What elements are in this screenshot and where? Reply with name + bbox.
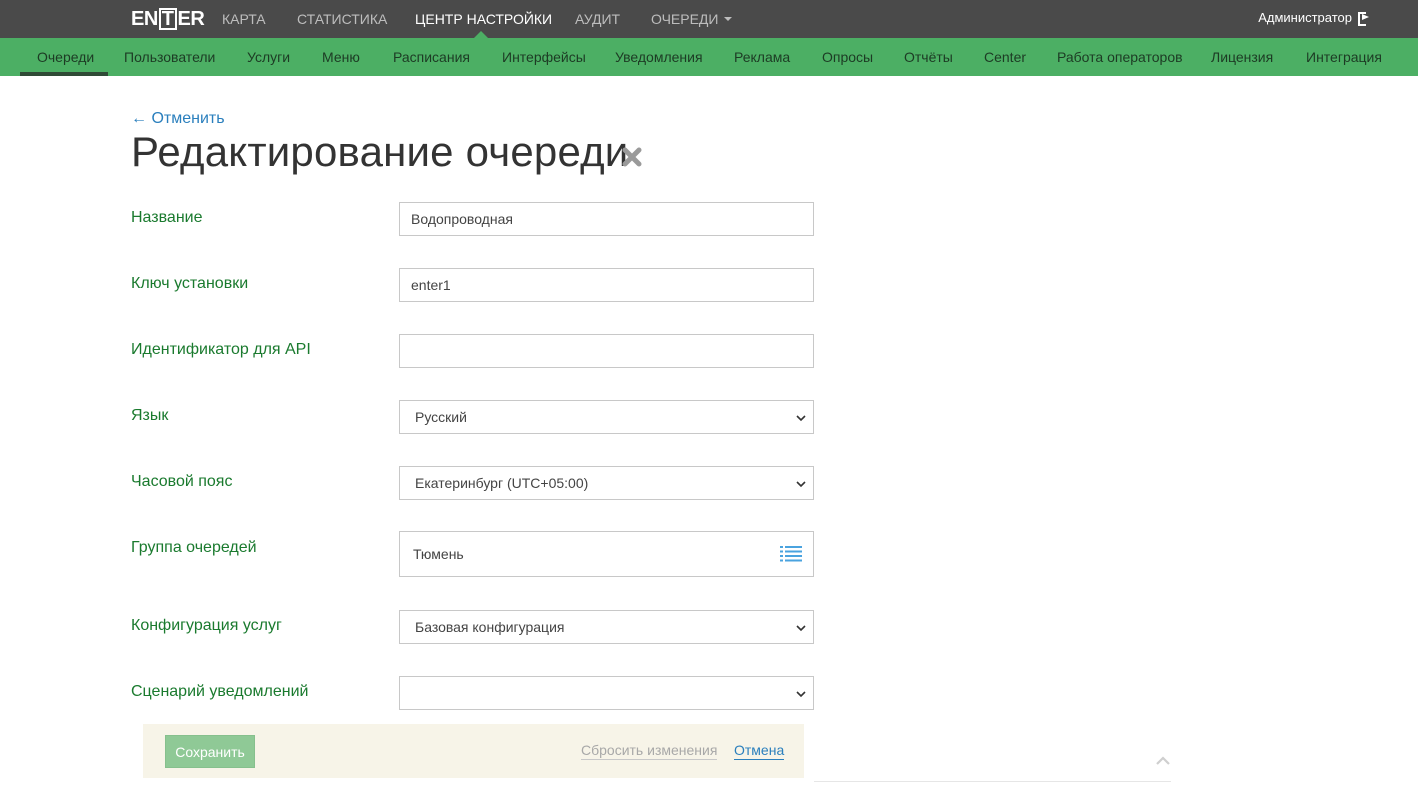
chevron-down-icon xyxy=(796,481,806,488)
service-config-label: Конфигурация услуг xyxy=(131,617,282,634)
logo-text-1: EN xyxy=(131,7,158,30)
subnav-item-users[interactable]: Пользователи xyxy=(124,38,215,76)
subnav-item-integration[interactable]: Интеграция xyxy=(1306,38,1382,76)
caret-down-icon xyxy=(724,17,733,21)
topnav-item-statistics[interactable]: СТАТИСТИКА xyxy=(297,0,387,38)
service-config-value: Базовая конфигурация xyxy=(415,619,565,635)
api-id-input[interactable] xyxy=(399,334,814,368)
page-title: Редактирование очереди xyxy=(131,128,629,175)
active-subnav-underline xyxy=(20,72,108,76)
notify-scenario-select[interactable] xyxy=(399,676,814,710)
active-tab-pointer xyxy=(474,31,488,38)
install-key-input[interactable]: enter1 xyxy=(399,268,814,302)
topnav-item-map[interactable]: КАРТА xyxy=(222,0,266,38)
cancel-link[interactable]: Отмена xyxy=(734,742,785,760)
api-id-label: Идентификатор для API xyxy=(131,341,311,358)
subnav-item-center[interactable]: Center xyxy=(984,38,1026,76)
name-label: Название xyxy=(131,209,203,226)
language-value: Русский xyxy=(415,409,467,425)
queue-group-label: Группа очередей xyxy=(131,539,257,556)
queue-group-picker[interactable]: Тюмень xyxy=(399,531,814,577)
service-config-select[interactable]: Базовая конфигурация xyxy=(399,610,814,644)
subnav-item-interfaces[interactable]: Интерфейсы xyxy=(502,38,586,76)
reset-changes-link[interactable]: Сбросить изменения xyxy=(581,742,718,760)
chevron-up-icon[interactable] xyxy=(1155,755,1171,767)
logo-text-2: T xyxy=(158,8,177,30)
subnav-item-ads[interactable]: Реклама xyxy=(734,38,790,76)
subnav-item-operators-work[interactable]: Работа операторов xyxy=(1057,38,1183,76)
close-icon[interactable] xyxy=(621,146,643,168)
chevron-down-icon xyxy=(796,625,806,632)
subnav-item-services[interactable]: Услуги xyxy=(247,38,290,76)
subnav-item-schedules[interactable]: Расписания xyxy=(393,38,470,76)
logout-icon[interactable] xyxy=(1358,12,1370,26)
subnav-item-reports[interactable]: Отчёты xyxy=(904,38,953,76)
language-select[interactable]: Русский xyxy=(399,400,814,434)
save-button[interactable]: Сохранить xyxy=(165,735,255,768)
logo-text-3: ER xyxy=(177,7,205,30)
queue-group-value: Тюмень xyxy=(413,546,464,562)
timezone-value: Екатеринбург (UTC+05:00) xyxy=(415,475,589,491)
topnav-item-audit[interactable]: АУДИТ xyxy=(575,0,620,38)
timezone-label: Часовой пояс xyxy=(131,473,233,490)
subnav-item-menu[interactable]: Меню xyxy=(322,38,360,76)
chevron-down-icon xyxy=(796,415,806,422)
install-key-label: Ключ установки xyxy=(131,275,249,292)
form-action-bar: Сохранить Сбросить изменения Отмена xyxy=(143,724,804,778)
subnav-item-license[interactable]: Лицензия xyxy=(1211,38,1273,76)
topnav-queues-label: ОЧЕРЕДИ xyxy=(651,11,719,27)
divider xyxy=(814,781,1171,782)
user-name: Администратор xyxy=(1258,9,1352,25)
top-navbar: EN T ER КАРТА СТАТИСТИКА ЦЕНТР НАСТРОЙКИ А… xyxy=(0,0,1418,38)
back-cancel-link[interactable]: ← Отменить xyxy=(131,110,225,128)
list-icon[interactable] xyxy=(780,545,802,563)
subnav-item-notifications[interactable]: Уведомления xyxy=(615,38,703,76)
subnav-item-queues[interactable]: Очереди xyxy=(37,38,94,76)
notify-scenario-label: Сценарий уведомлений xyxy=(131,683,309,700)
timezone-select[interactable]: Екатеринбург (UTC+05:00) xyxy=(399,466,814,500)
name-input[interactable]: Водопроводная xyxy=(399,202,814,236)
subnav-item-surveys[interactable]: Опросы xyxy=(822,38,873,76)
settings-subnav: Очереди Пользователи Услуги Меню Расписа… xyxy=(0,38,1418,76)
enter-logo[interactable]: EN T ER xyxy=(131,7,205,31)
language-label: Язык xyxy=(131,407,169,424)
topnav-item-queues[interactable]: ОЧЕРЕДИ xyxy=(651,0,733,38)
chevron-down-icon xyxy=(796,691,806,698)
user-menu[interactable]: Администратор xyxy=(1258,0,1370,34)
